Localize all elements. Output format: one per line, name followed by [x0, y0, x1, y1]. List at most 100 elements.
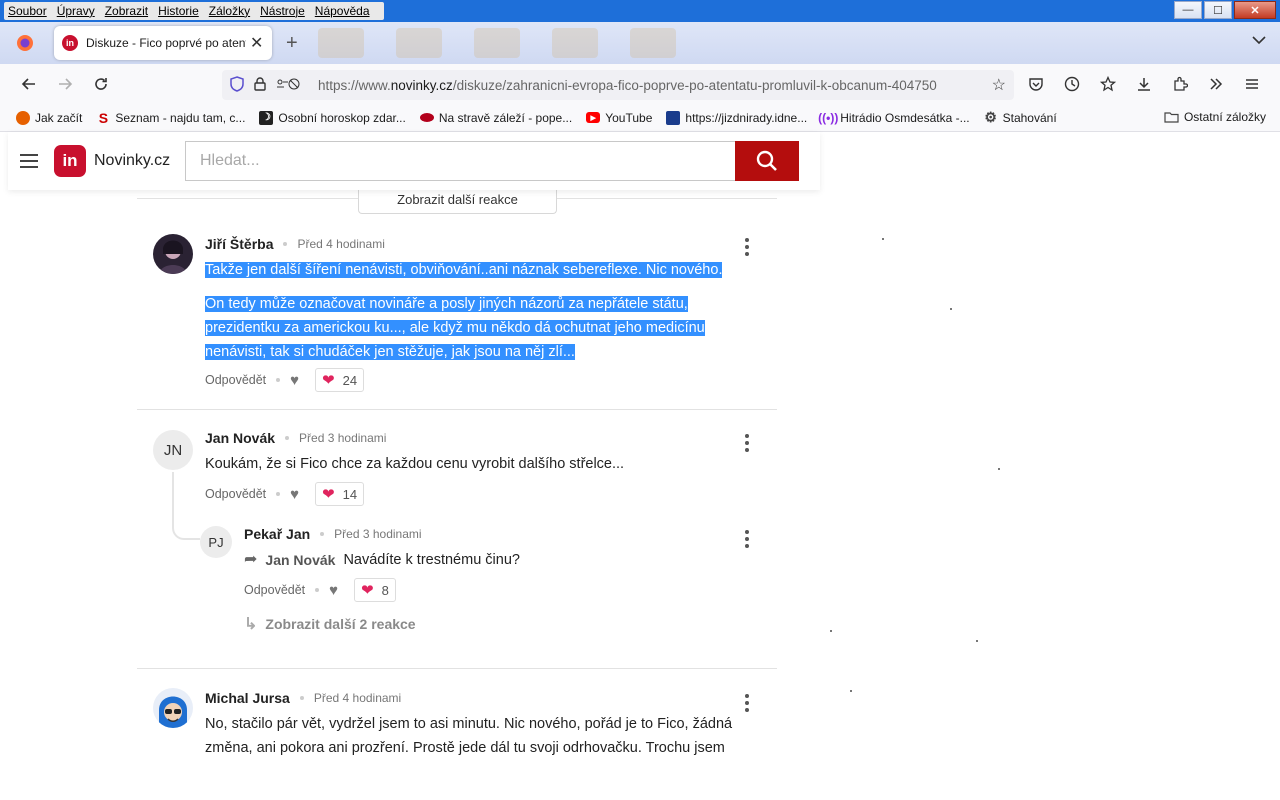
heart-icon[interactable]: ♥ — [329, 582, 338, 599]
bookmarks-star-icon[interactable] — [1098, 74, 1118, 94]
reply-link[interactable]: Odpovědět — [205, 487, 266, 501]
timetable-icon — [666, 110, 681, 125]
reactions-button[interactable]: ❤ 24 — [315, 368, 365, 392]
menu-history[interactable]: Historie — [158, 4, 199, 18]
firefox-icon — [16, 110, 30, 125]
forward-icon[interactable] — [48, 69, 82, 99]
bookmark-label: Stahování — [1002, 110, 1057, 125]
more-options-icon[interactable] — [745, 530, 749, 548]
reaction-count: 8 — [381, 582, 389, 598]
bookmark-item[interactable]: S Seznam - najdu tam, c... — [96, 110, 246, 126]
firefox-view-button[interactable] — [10, 28, 40, 58]
pocket-icon[interactable] — [1026, 74, 1046, 94]
bookmark-item[interactable]: ▶ YouTube — [586, 111, 652, 125]
gear-icon: ⚙ — [984, 109, 997, 125]
menu-file[interactable]: Soubor — [8, 4, 47, 18]
more-options-icon[interactable] — [745, 694, 749, 712]
comment-header: Jiří Štěrba Před 4 hodinami — [205, 236, 385, 252]
reply-target-author[interactable]: Jan Novák — [265, 548, 335, 572]
reply-link[interactable]: Odpovědět — [244, 583, 305, 597]
menu-view[interactable]: Zobrazit — [105, 4, 148, 18]
close-tab-icon[interactable]: ✕ — [250, 33, 263, 53]
bookmark-label: Hitrádio Osmdesátka -... — [840, 110, 970, 125]
other-bookmarks-label: Ostatní záložky — [1183, 110, 1266, 124]
more-options-icon[interactable] — [745, 238, 749, 256]
reactions-button[interactable]: ❤ 8 — [354, 578, 396, 602]
menu-edit[interactable]: Úpravy — [57, 4, 95, 18]
heart-icon[interactable]: ♥ — [290, 372, 299, 389]
comment-author[interactable]: Pekař Jan — [244, 526, 310, 542]
history-clock-icon[interactable] — [1062, 74, 1082, 94]
url-bar[interactable]: https://www.novinky.cz/diskuze/zahranicn… — [222, 70, 1014, 100]
avatar[interactable] — [153, 688, 193, 728]
new-tab-button[interactable]: + — [286, 32, 298, 55]
minimize-button[interactable]: — — [1174, 1, 1202, 19]
reaction-count: 24 — [342, 372, 358, 388]
comment-header: Jan Novák Před 3 hodinami — [205, 430, 386, 446]
firefox-icon — [17, 35, 33, 51]
search-input[interactable] — [185, 141, 736, 181]
speck — [976, 640, 978, 642]
overflow-chevron-icon[interactable] — [1206, 74, 1226, 94]
separator-dot — [276, 378, 281, 382]
bookmark-item[interactable]: ☽ Osobní horoskop zdar... — [259, 110, 406, 125]
extensions-icon[interactable] — [1170, 74, 1190, 94]
reply-link[interactable]: Odpovědět — [205, 373, 266, 387]
avatar[interactable]: PJ — [200, 526, 232, 558]
reply-arrow-icon: ➦ — [244, 551, 258, 568]
comment-author[interactable]: Michal Jursa — [205, 690, 290, 706]
bookmark-item[interactable]: Jak začít — [16, 110, 82, 125]
comment-actions: Odpovědět ♥ ❤ 24 — [205, 368, 365, 392]
bookmark-label: Seznam - najdu tam, c... — [115, 110, 246, 125]
hamburger-menu-icon[interactable] — [20, 154, 38, 168]
theme-decoration — [395, 28, 442, 58]
bookmark-label: Na stravě záleží - pope... — [438, 110, 573, 125]
avatar[interactable]: JN — [153, 430, 193, 470]
close-window-button[interactable]: ✕ — [1234, 1, 1276, 19]
bookmark-item[interactable]: https://jizdnirady.idne... — [666, 110, 807, 125]
app-menu-icon[interactable] — [1242, 74, 1262, 94]
separator-dot — [276, 492, 281, 496]
separator-dot — [320, 532, 325, 536]
menu-bookmarks[interactable]: Záložky — [209, 4, 250, 18]
downloads-icon[interactable] — [1134, 74, 1154, 94]
site-logo-text[interactable]: Novinky.cz — [94, 152, 170, 170]
show-more-reactions-button[interactable]: Zobrazit další reakce — [358, 190, 557, 214]
show-more-label: Zobrazit další 2 reakce — [265, 616, 416, 632]
comment-author[interactable]: Jiří Štěrba — [205, 236, 273, 252]
bookmark-item[interactable]: ⚙ Stahování — [984, 109, 1057, 125]
url-text[interactable]: https://www.novinky.cz/diskuze/zahranicn… — [318, 78, 958, 93]
avatar[interactable] — [153, 234, 193, 274]
search-button[interactable] — [735, 141, 799, 181]
other-bookmarks[interactable]: Ostatní záložky — [1164, 110, 1266, 124]
back-icon[interactable] — [12, 69, 46, 99]
maximize-button[interactable]: ☐ — [1204, 1, 1232, 19]
background-decoration — [317, 28, 676, 58]
speck — [830, 630, 832, 632]
menu-bar: Soubor Úpravy Zobrazit Historie Záložky … — [0, 0, 1280, 22]
show-more-replies-button[interactable]: ↳ Zobrazit další 2 reakce — [244, 614, 416, 634]
list-all-tabs-icon[interactable] — [1252, 32, 1266, 48]
menu-tools[interactable]: Nástroje — [260, 4, 305, 18]
more-options-icon[interactable] — [745, 434, 749, 452]
bookmark-item[interactable]: Na stravě záleží - pope... — [419, 110, 573, 125]
lips-icon — [419, 113, 434, 122]
active-tab[interactable]: in Diskuze - Fico poprvé po atentátu pro… — [54, 26, 272, 60]
heart-icon[interactable]: ♥ — [290, 486, 299, 503]
reactions-button[interactable]: ❤ 14 — [315, 482, 365, 506]
novinky-logo-icon[interactable]: in — [54, 145, 86, 177]
search-icon — [756, 150, 777, 171]
comment-author[interactable]: Jan Novák — [205, 430, 275, 446]
bookmark-item[interactable]: ((•)) Hitrádio Osmdesátka -... — [818, 110, 970, 125]
comment-actions: Odpovědět ♥ ❤ 14 — [205, 482, 365, 506]
reaction-count: 14 — [342, 486, 358, 502]
bookmark-star-icon[interactable]: ☆ — [992, 75, 1006, 95]
reply-arrow-icon: ↳ — [244, 616, 258, 633]
lock-icon[interactable] — [254, 76, 266, 94]
menu-help[interactable]: Nápověda — [315, 4, 370, 18]
comment-time: Před 4 hodinami — [297, 237, 385, 251]
comment-header: Pekař Jan Před 3 hodinami — [244, 526, 422, 542]
permissions-icon[interactable] — [276, 77, 302, 94]
reload-icon[interactable] — [84, 69, 118, 99]
tracking-protection-shield-icon[interactable] — [230, 75, 244, 95]
